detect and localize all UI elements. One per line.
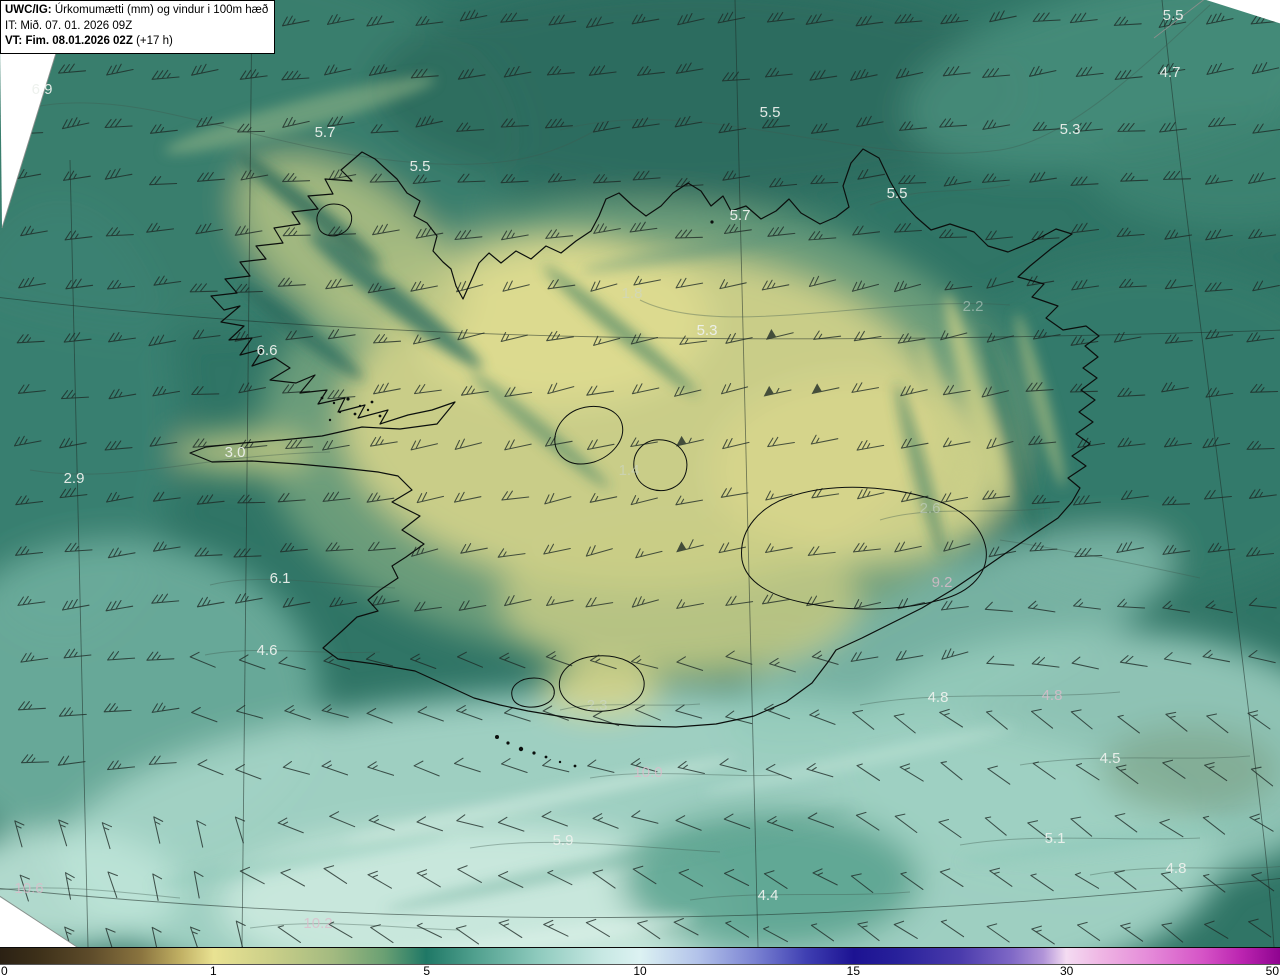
colorbar-tick-label: 0	[1, 964, 8, 978]
contour-label: 2.9	[64, 470, 85, 487]
map-canvas: 6.9 5.7 5.5 5.5 5.7 5.5 5.3 5.5 4.7 5.3 1.8 2.2 6.6 3…	[0, 0, 1280, 947]
contour-label: 10.2	[303, 915, 332, 932]
contour-label: 4.8	[928, 689, 949, 706]
contour-label: 4.7	[1160, 64, 1181, 81]
valid-offset: (+17 h)	[136, 35, 173, 47]
contour-label: 5.5	[760, 104, 781, 121]
contour-label: 5.9	[553, 832, 574, 849]
product-title: Úrkomumætti (mm) og vindur i 100m hæð	[54, 4, 269, 16]
contour-label: 1.4	[619, 462, 640, 479]
contour-label: 4.8	[1166, 860, 1187, 877]
contour-label: 3.0	[225, 444, 246, 461]
colorbar-tick-label: 10	[633, 964, 647, 978]
contour-label: 4.8	[1042, 687, 1063, 704]
contour-label: 5.7	[315, 124, 336, 141]
init-time-line: IT: Mið. 07. 01. 2026 09Z	[5, 19, 133, 32]
colorbar-tick-label: 50	[1265, 964, 1279, 978]
colorbar-gradient	[0, 947, 1280, 965]
contour-label: 4.6	[257, 642, 278, 659]
contour-label: 5.5	[887, 185, 908, 202]
contour-label: 2.2	[963, 298, 984, 315]
colorbar-tick-label: 15	[846, 964, 861, 978]
contour-label: 5.3	[697, 322, 718, 339]
weather-map-product: 6.9 5.7 5.5 5.5 5.7 5.5 5.3 5.5 4.7 5.3 1.8 2.2 6.6 3…	[0, 0, 1280, 978]
contour-label: 5.7	[730, 207, 751, 224]
colorbar-tick-label: 1	[209, 964, 217, 978]
title-box: UWC/IG: Úrkomumætti (mm) og vindur i 100…	[0, 0, 276, 54]
valid-time-line: VT: Fim. 08.01.2026 02Z (+17 h)	[5, 34, 268, 50]
contour-label: 6.6	[257, 342, 278, 359]
contour-label: 2.3	[587, 697, 608, 714]
title-line-1: UWC/IG: Úrkomumætti (mm) og vindur i 100…	[5, 3, 268, 19]
contour-label: 6.9	[32, 81, 53, 98]
contour-label: 4.5	[1100, 750, 1121, 767]
contour-label: 10.6	[14, 880, 43, 897]
contour-label: 2.6	[920, 500, 941, 517]
contour-label: 4.4	[758, 887, 779, 904]
colorbar-tick-label: 5	[423, 964, 430, 978]
product-label: UWC/IG:	[5, 4, 52, 16]
contour-label: 1.8	[622, 285, 643, 302]
contour-label: 5.5	[410, 158, 431, 175]
contour-label: 6.1	[270, 570, 291, 587]
valid-time: VT: Fim. 08.01.2026 02Z	[5, 35, 133, 47]
colorbar-tick-label: 30	[1059, 964, 1074, 978]
colorbar-tick-labels: 0 1 5 10 15 30 50	[0, 964, 1280, 978]
contour-label: 5.1	[1045, 830, 1066, 847]
contour-label: 5.5	[1163, 7, 1184, 24]
contour-label: 9.2	[932, 574, 953, 591]
contour-label: 5.3	[1060, 121, 1081, 138]
contour-label: 10.0	[633, 764, 662, 781]
